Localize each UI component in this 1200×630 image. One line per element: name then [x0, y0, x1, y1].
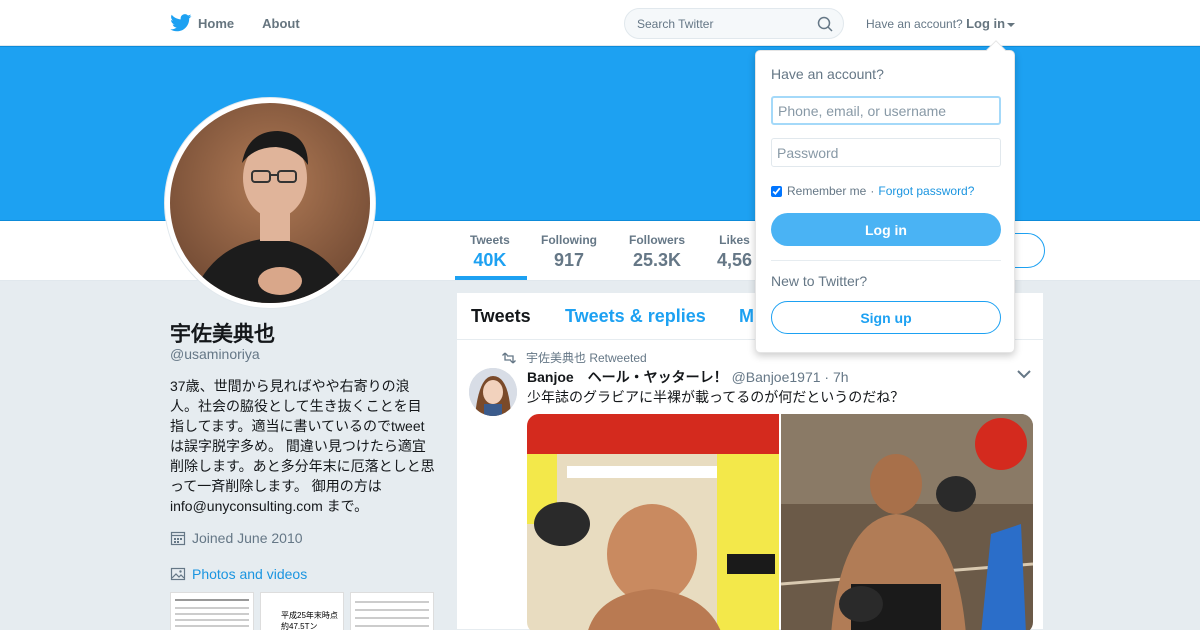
remember-me-checkbox[interactable] — [771, 185, 782, 197]
forgot-password-link[interactable]: Forgot password? — [878, 184, 974, 198]
stat-tweets[interactable]: Tweets 40K — [470, 233, 510, 271]
login-dropdown-toggle[interactable]: Log in — [966, 16, 1016, 31]
retweet-context: 宇佐美典也 Retweeted — [502, 349, 647, 366]
tweet-separator: · — [824, 369, 830, 385]
stat-followers[interactable]: Followers 25.3K — [629, 233, 685, 271]
media-thumbnail[interactable] — [170, 592, 254, 630]
joined-text: Joined June 2010 — [192, 530, 303, 546]
magazine-cover-image — [527, 414, 779, 630]
tab-media[interactable]: M — [739, 306, 754, 327]
nav-left: Home About — [170, 0, 328, 46]
stat-value: 40K — [473, 250, 507, 270]
profile-avatar[interactable] — [165, 98, 375, 308]
tweet-author-name[interactable]: Banjoe ヘール・ヤッターレ！ — [527, 369, 728, 385]
profile-name[interactable]: 宇佐美典也 — [170, 318, 275, 348]
account-prompt: Have an account? Log in — [866, 16, 1016, 31]
thumb-caption: 平成25年末時点 — [281, 611, 338, 620]
tweet-photo-right[interactable] — [781, 414, 1033, 630]
password-input[interactable] — [771, 138, 1001, 167]
remember-separator: · — [870, 184, 875, 198]
dropdown-title: Have an account? — [771, 66, 884, 82]
login-dropdown: Have an account? Remember me · Forgot pa… — [755, 40, 1015, 353]
search-input[interactable]: Search Twitter — [637, 17, 713, 31]
tweet-photo-left[interactable] — [527, 414, 779, 630]
login-button[interactable]: Log in — [771, 213, 1001, 246]
signup-button[interactable]: Sign up — [771, 301, 1001, 334]
stat-value: 25.3K — [632, 250, 682, 270]
new-to-twitter-text: New to Twitter? — [771, 273, 868, 289]
calendar-icon — [170, 531, 186, 546]
tweet-author-handle[interactable]: @Banjoe1971 — [732, 369, 821, 385]
author-avatar-image — [469, 368, 517, 416]
profile-photo — [170, 103, 370, 303]
wrestler-photo-image — [781, 414, 1033, 630]
stat-value: 4,56 — [717, 250, 753, 270]
media-thumbnails: 平成25年末時点 約47.5Tン — [170, 592, 434, 630]
top-navigation-bar: Home About Search Twitter Have an accoun… — [0, 0, 1200, 46]
profile-bio: 37歳、世間から見ればやや右寄りの浪人。社会の脇役として生き抜くことを目指してま… — [170, 378, 435, 514]
tweet-media[interactable] — [527, 414, 1033, 630]
media-thumbnail[interactable] — [350, 592, 434, 630]
have-account-text: Have an account? — [866, 17, 963, 31]
tab-tweets[interactable]: Tweets — [471, 306, 531, 327]
tweet-text: 少年誌のグラビアに半裸が載ってるのが何だというのだね？ — [527, 389, 905, 405]
stat-likes[interactable]: Likes 4,56 — [717, 233, 752, 271]
retweet-label[interactable]: 宇佐美典也 Retweeted — [526, 349, 647, 366]
remember-me-label[interactable]: Remember me — [787, 184, 866, 198]
photos-videos-label[interactable]: Photos and videos — [192, 566, 307, 582]
stat-following[interactable]: Following 917 — [541, 233, 597, 271]
stat-label: Following — [541, 233, 597, 247]
stat-label: Tweets — [470, 233, 510, 247]
photos-videos-link[interactable]: Photos and videos — [170, 566, 307, 582]
active-stat-indicator — [455, 276, 527, 280]
nav-about-link[interactable]: About — [262, 16, 300, 31]
chevron-down-icon[interactable] — [1017, 369, 1031, 379]
search-box[interactable]: Search Twitter — [624, 8, 844, 39]
thumb-caption: 約47.5Tン — [281, 622, 318, 630]
image-icon — [170, 567, 186, 581]
tweet-author-avatar[interactable] — [469, 368, 517, 416]
tweet-header: Banjoe ヘール・ヤッターレ！ @Banjoe1971 · 7h — [527, 367, 849, 387]
search-icon[interactable] — [817, 16, 833, 32]
dropdown-divider — [771, 260, 1001, 261]
stat-label: Likes — [719, 233, 750, 247]
remember-me-row: Remember me · Forgot password? — [771, 184, 974, 198]
profile-handle[interactable]: @usaminoriya — [170, 346, 260, 362]
twitter-bird-icon[interactable] — [170, 14, 192, 32]
tab-tweets-replies[interactable]: Tweets & replies — [565, 306, 706, 327]
stat-value: 917 — [553, 250, 585, 270]
username-input[interactable] — [771, 96, 1001, 125]
media-thumbnail[interactable]: 平成25年末時点 約47.5Tン — [260, 592, 344, 630]
joined-date: Joined June 2010 — [170, 530, 303, 546]
login-toggle-label[interactable]: Log in — [966, 16, 1005, 31]
nav-home-link[interactable]: Home — [198, 16, 234, 31]
retweet-icon — [502, 352, 516, 363]
caret-down-icon[interactable] — [1007, 22, 1016, 27]
tweet-timestamp[interactable]: 7h — [833, 369, 849, 385]
stat-label: Followers — [629, 233, 686, 247]
